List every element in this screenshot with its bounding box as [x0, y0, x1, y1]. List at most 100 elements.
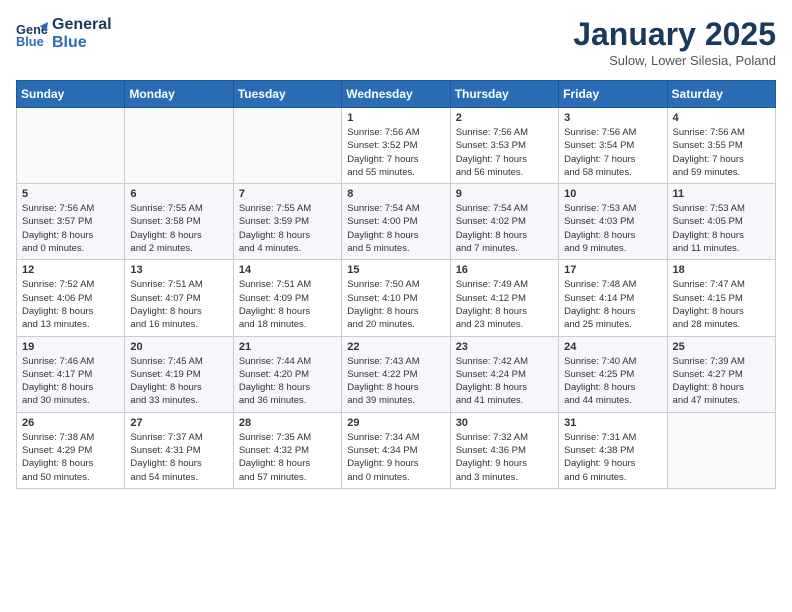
- calendar-cell: 16 Sunrise: 7:49 AM Sunset: 4:12 PM Dayli…: [450, 260, 558, 336]
- calendar-cell: 19Sunrise: 7:46 AM Sunset: 4:17 PM Dayli…: [17, 336, 125, 412]
- day-info: Sunrise: 7:53 AM Sunset: 4:05 PM Dayligh…: [673, 202, 770, 255]
- calendar-cell: 23 Sunrise: 7:42 AM Sunset: 4:24 PM Dayli…: [450, 336, 558, 412]
- logo-icon: General Blue: [16, 18, 48, 50]
- day-number: 22: [347, 341, 444, 353]
- day-number: 17: [564, 264, 661, 276]
- day-number: 27: [130, 417, 227, 429]
- logo-line2: Blue: [52, 34, 112, 52]
- calendar-cell: 14Sunrise: 7:51 AM Sunset: 4:09 PM Dayli…: [233, 260, 341, 336]
- day-number: 20: [130, 341, 227, 353]
- day-number: 28: [239, 417, 336, 429]
- day-number: 24: [564, 341, 661, 353]
- day-number: 8: [347, 188, 444, 200]
- calendar-cell: 20 Sunrise: 7:45 AM Sunset: 4:19 PM Dayli…: [125, 336, 233, 412]
- day-info: Sunrise: 7:31 AM Sunset: 4:38 PM Dayligh…: [564, 431, 661, 484]
- calendar-cell: 21Sunrise: 7:44 AM Sunset: 4:20 PM Dayli…: [233, 336, 341, 412]
- day-number: 18: [673, 264, 770, 276]
- day-number: 23: [456, 341, 553, 353]
- calendar-cell: 11 Sunrise: 7:53 AM Sunset: 4:05 PM Dayli…: [667, 184, 775, 260]
- day-info: Sunrise: 7:54 AM Sunset: 4:02 PM Dayligh…: [456, 202, 553, 255]
- calendar-cell: 13 Sunrise: 7:51 AM Sunset: 4:07 PM Dayli…: [125, 260, 233, 336]
- calendar-cell: 3 Sunrise: 7:56 AM Sunset: 3:54 PM Daylig…: [559, 108, 667, 184]
- day-number: 16: [456, 264, 553, 276]
- day-info: Sunrise: 7:44 AM Sunset: 4:20 PM Dayligh…: [239, 355, 336, 408]
- day-number: 31: [564, 417, 661, 429]
- day-header-tuesday: Tuesday: [233, 81, 341, 108]
- day-header-saturday: Saturday: [667, 81, 775, 108]
- day-info: Sunrise: 7:52 AM Sunset: 4:06 PM Dayligh…: [22, 278, 119, 331]
- calendar-week-row: 26 Sunrise: 7:38 AM Sunset: 4:29 PM Dayli…: [17, 412, 776, 488]
- day-number: 29: [347, 417, 444, 429]
- day-number: 2: [456, 112, 553, 124]
- calendar-cell: 26 Sunrise: 7:38 AM Sunset: 4:29 PM Dayli…: [17, 412, 125, 488]
- day-header-sunday: Sunday: [17, 81, 125, 108]
- title-block: January 2025 Sulow, Lower Silesia, Polan…: [573, 16, 776, 68]
- day-number: 30: [456, 417, 553, 429]
- day-info: Sunrise: 7:56 AM Sunset: 3:52 PM Dayligh…: [347, 126, 444, 179]
- calendar-header-row: SundayMondayTuesdayWednesdayThursdayFrid…: [17, 81, 776, 108]
- day-number: 1: [347, 112, 444, 124]
- day-number: 6: [130, 188, 227, 200]
- calendar-cell: 10Sunrise: 7:53 AM Sunset: 4:03 PM Dayli…: [559, 184, 667, 260]
- day-header-monday: Monday: [125, 81, 233, 108]
- day-info: Sunrise: 7:37 AM Sunset: 4:31 PM Dayligh…: [130, 431, 227, 484]
- day-info: Sunrise: 7:32 AM Sunset: 4:36 PM Dayligh…: [456, 431, 553, 484]
- calendar-cell: 2 Sunrise: 7:56 AM Sunset: 3:53 PM Daylig…: [450, 108, 558, 184]
- calendar-cell: 17Sunrise: 7:48 AM Sunset: 4:14 PM Dayli…: [559, 260, 667, 336]
- calendar-cell: 28 Sunrise: 7:35 AM Sunset: 4:32 PM Dayli…: [233, 412, 341, 488]
- calendar-cell: 6 Sunrise: 7:55 AM Sunset: 3:58 PM Daylig…: [125, 184, 233, 260]
- calendar-cell: 9 Sunrise: 7:54 AM Sunset: 4:02 PM Daylig…: [450, 184, 558, 260]
- calendar-week-row: 5Sunrise: 7:56 AM Sunset: 3:57 PM Daylig…: [17, 184, 776, 260]
- day-info: Sunrise: 7:56 AM Sunset: 3:54 PM Dayligh…: [564, 126, 661, 179]
- calendar-cell: 30 Sunrise: 7:32 AM Sunset: 4:36 PM Dayli…: [450, 412, 558, 488]
- calendar-cell: 29Sunrise: 7:34 AM Sunset: 4:34 PM Dayli…: [342, 412, 450, 488]
- day-info: Sunrise: 7:38 AM Sunset: 4:29 PM Dayligh…: [22, 431, 119, 484]
- day-info: Sunrise: 7:56 AM Sunset: 3:53 PM Dayligh…: [456, 126, 553, 179]
- day-info: Sunrise: 7:50 AM Sunset: 4:10 PM Dayligh…: [347, 278, 444, 331]
- day-info: Sunrise: 7:45 AM Sunset: 4:19 PM Dayligh…: [130, 355, 227, 408]
- calendar-week-row: 12 Sunrise: 7:52 AM Sunset: 4:06 PM Dayli…: [17, 260, 776, 336]
- calendar-table: SundayMondayTuesdayWednesdayThursdayFrid…: [16, 80, 776, 489]
- day-number: 13: [130, 264, 227, 276]
- day-number: 25: [673, 341, 770, 353]
- day-info: Sunrise: 7:39 AM Sunset: 4:27 PM Dayligh…: [673, 355, 770, 408]
- day-info: Sunrise: 7:40 AM Sunset: 4:25 PM Dayligh…: [564, 355, 661, 408]
- day-number: 11: [673, 188, 770, 200]
- day-number: 4: [673, 112, 770, 124]
- month-title: January 2025: [573, 16, 776, 53]
- calendar-cell: [17, 108, 125, 184]
- day-info: Sunrise: 7:51 AM Sunset: 4:07 PM Dayligh…: [130, 278, 227, 331]
- calendar-cell: 7Sunrise: 7:55 AM Sunset: 3:59 PM Daylig…: [233, 184, 341, 260]
- logo: General Blue General Blue: [16, 16, 112, 51]
- day-header-friday: Friday: [559, 81, 667, 108]
- day-number: 5: [22, 188, 119, 200]
- location-subtitle: Sulow, Lower Silesia, Poland: [573, 53, 776, 68]
- calendar-cell: 4 Sunrise: 7:56 AM Sunset: 3:55 PM Daylig…: [667, 108, 775, 184]
- day-header-thursday: Thursday: [450, 81, 558, 108]
- svg-text:Blue: Blue: [16, 34, 44, 49]
- calendar-cell: 15Sunrise: 7:50 AM Sunset: 4:10 PM Dayli…: [342, 260, 450, 336]
- day-info: Sunrise: 7:55 AM Sunset: 3:58 PM Dayligh…: [130, 202, 227, 255]
- day-info: Sunrise: 7:53 AM Sunset: 4:03 PM Dayligh…: [564, 202, 661, 255]
- day-info: Sunrise: 7:35 AM Sunset: 4:32 PM Dayligh…: [239, 431, 336, 484]
- day-info: Sunrise: 7:56 AM Sunset: 3:55 PM Dayligh…: [673, 126, 770, 179]
- day-info: Sunrise: 7:49 AM Sunset: 4:12 PM Dayligh…: [456, 278, 553, 331]
- day-number: 12: [22, 264, 119, 276]
- calendar-cell: 27 Sunrise: 7:37 AM Sunset: 4:31 PM Dayli…: [125, 412, 233, 488]
- day-info: Sunrise: 7:42 AM Sunset: 4:24 PM Dayligh…: [456, 355, 553, 408]
- calendar-cell: 31 Sunrise: 7:31 AM Sunset: 4:38 PM Dayli…: [559, 412, 667, 488]
- calendar-cell: [667, 412, 775, 488]
- calendar-cell: 24 Sunrise: 7:40 AM Sunset: 4:25 PM Dayli…: [559, 336, 667, 412]
- calendar-cell: 25 Sunrise: 7:39 AM Sunset: 4:27 PM Dayli…: [667, 336, 775, 412]
- day-number: 9: [456, 188, 553, 200]
- day-number: 19: [22, 341, 119, 353]
- calendar-week-row: 19Sunrise: 7:46 AM Sunset: 4:17 PM Dayli…: [17, 336, 776, 412]
- page-header: General Blue General Blue January 2025 S…: [16, 16, 776, 68]
- day-number: 14: [239, 264, 336, 276]
- day-number: 26: [22, 417, 119, 429]
- day-number: 3: [564, 112, 661, 124]
- day-info: Sunrise: 7:55 AM Sunset: 3:59 PM Dayligh…: [239, 202, 336, 255]
- calendar-cell: 5Sunrise: 7:56 AM Sunset: 3:57 PM Daylig…: [17, 184, 125, 260]
- calendar-cell: [233, 108, 341, 184]
- day-info: Sunrise: 7:47 AM Sunset: 4:15 PM Dayligh…: [673, 278, 770, 331]
